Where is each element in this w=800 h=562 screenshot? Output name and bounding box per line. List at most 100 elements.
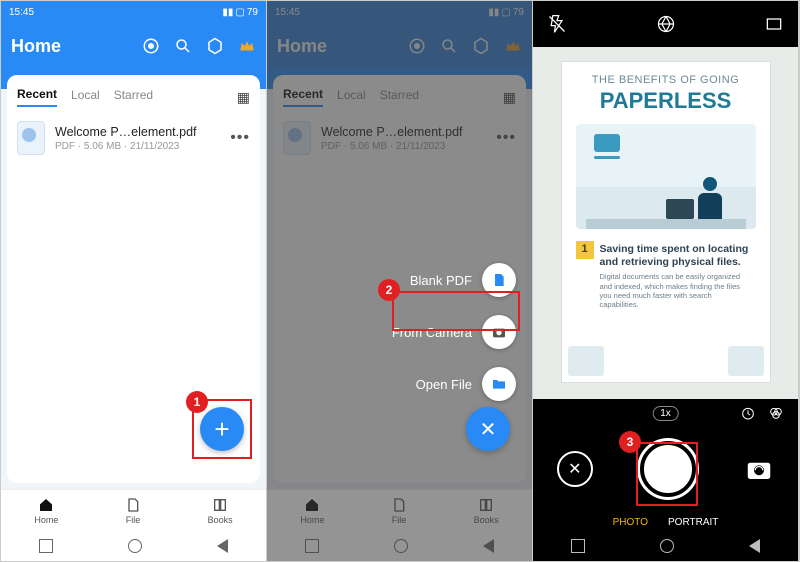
back-button[interactable] [217, 539, 228, 553]
back-button[interactable] [749, 539, 760, 553]
status-bar: 15:45 ▮▮ ▢ 79 [1, 1, 266, 23]
camera-close-button[interactable]: ✕ [557, 451, 593, 487]
settings-icon[interactable] [472, 37, 490, 55]
nav-file-label: File [126, 515, 141, 525]
home-button[interactable] [128, 539, 142, 553]
crown-icon[interactable] [504, 37, 522, 55]
app-header: Home [267, 23, 532, 69]
system-nav [1, 531, 266, 561]
nav-file-label: File [392, 515, 407, 525]
action-open-file[interactable]: Open File [416, 367, 516, 401]
recents-button[interactable] [305, 539, 319, 553]
poster-content: THE BENEFITS OF GOING PAPERLESS 1 Saving… [561, 61, 771, 383]
nav-home[interactable]: Home [34, 497, 58, 525]
page-title: Home [277, 36, 408, 57]
recents-button[interactable] [39, 539, 53, 553]
filter-icon[interactable] [768, 405, 784, 421]
nav-file[interactable]: File [125, 497, 141, 525]
file-sub: PDF · 5.06 MB · 21/11/2023 [321, 141, 486, 152]
file-icon [391, 497, 407, 513]
nav-books[interactable]: Books [474, 497, 499, 525]
status-time: 15:45 [275, 7, 300, 18]
action-from-camera[interactable]: From Camera [392, 315, 516, 349]
tab-local[interactable]: Local [337, 88, 366, 106]
poster-benefit-1: 1 Saving time spent on locating and retr… [576, 239, 756, 314]
eye-icon[interactable] [408, 37, 426, 55]
back-button[interactable] [483, 539, 494, 553]
tab-starred[interactable]: Starred [380, 88, 419, 106]
camera-viewfinder: THE BENEFITS OF GOING PAPERLESS 1 Saving… [533, 47, 798, 399]
switch-camera-icon[interactable] [744, 456, 774, 482]
eye-icon[interactable] [142, 37, 160, 55]
nav-home[interactable]: Home [300, 497, 324, 525]
file-more-icon[interactable]: ••• [496, 129, 516, 147]
grid-view-icon[interactable]: ▦ [237, 89, 250, 106]
shutter-button[interactable] [640, 441, 696, 497]
poster-footer [568, 346, 764, 376]
signal-icon: ▮▮ [488, 7, 499, 18]
panel-home: 15:45 ▮▮ ▢ 79 Home Recent Local Starred … [1, 1, 267, 561]
zoom-level[interactable]: 1x [652, 406, 679, 421]
file-name: Welcome P…element.pdf [55, 125, 220, 139]
grid-view-icon[interactable]: ▦ [503, 89, 516, 106]
nav-books-label: Books [474, 515, 499, 525]
settings-icon[interactable] [206, 37, 224, 55]
nav-books[interactable]: Books [208, 497, 233, 525]
nav-home-label: Home [34, 515, 58, 525]
poster-title: PAPERLESS [576, 88, 756, 114]
action-blank-pdf[interactable]: Blank PDF [410, 263, 516, 297]
tab-recent[interactable]: Recent [17, 87, 57, 107]
nav-books-label: Books [208, 515, 233, 525]
battery-icon: ▢ [235, 7, 244, 18]
panel-camera: THE BENEFITS OF GOING PAPERLESS 1 Saving… [533, 1, 799, 561]
status-bar: 15:45 ▮▮ ▢ 79 [267, 1, 532, 23]
home-button[interactable] [660, 539, 674, 553]
system-nav [533, 531, 798, 561]
file-thumbnail-icon [283, 121, 311, 155]
file-sub: PDF · 5.06 MB · 21/11/2023 [55, 141, 220, 152]
nav-file[interactable]: File [391, 497, 407, 525]
tab-recent[interactable]: Recent [283, 87, 323, 107]
action-camera-label: From Camera [392, 325, 472, 340]
file-name: Welcome P…element.pdf [321, 125, 486, 139]
aperture-icon[interactable] [656, 14, 676, 34]
badge-step-1: 1 [186, 391, 208, 413]
crown-icon[interactable] [238, 37, 256, 55]
system-nav [267, 531, 532, 561]
benefit-sub: Digital documents can be easily organize… [600, 272, 752, 310]
search-icon[interactable] [440, 37, 458, 55]
mode-photo[interactable]: PHOTO [613, 517, 648, 528]
tab-local[interactable]: Local [71, 88, 100, 106]
battery-icon: ▢ [501, 7, 510, 18]
badge-step-3: 3 [619, 431, 641, 453]
search-icon[interactable] [174, 37, 192, 55]
camera-meta-row: 1x [533, 399, 798, 427]
books-icon [212, 497, 228, 513]
flash-icon[interactable] [547, 14, 567, 34]
fab-close[interactable]: ✕ [466, 407, 510, 451]
file-item[interactable]: Welcome P…element.pdf PDF · 5.06 MB · 21… [17, 121, 250, 155]
camera-icon [482, 315, 516, 349]
poster-subtitle: THE BENEFITS OF GOING [576, 74, 756, 86]
benefit-heading: Saving time spent on locating and retrie… [600, 243, 752, 269]
camera-top-bar [533, 1, 798, 47]
nav-home-label: Home [300, 515, 324, 525]
fab-add[interactable]: + [200, 407, 244, 451]
aspect-icon[interactable] [764, 14, 784, 34]
mode-portrait[interactable]: PORTRAIT [668, 517, 718, 528]
file-thumbnail-icon [17, 121, 45, 155]
recents-button[interactable] [571, 539, 585, 553]
tabs: Recent Local Starred ▦ [283, 87, 516, 107]
battery-pct: 79 [513, 7, 524, 18]
file-item[interactable]: Welcome P…element.pdf PDF · 5.06 MB · 21… [283, 121, 516, 155]
signal-icon: ▮▮ [222, 7, 233, 18]
file-more-icon[interactable]: ••• [230, 129, 250, 147]
tab-starred[interactable]: Starred [114, 88, 153, 106]
home-button[interactable] [394, 539, 408, 553]
status-icons: ▮▮ ▢ 79 [222, 7, 258, 18]
bottom-nav: Home File Books [267, 489, 532, 531]
badge-step-2: 2 [378, 279, 400, 301]
battery-pct: 79 [247, 7, 258, 18]
timer-icon[interactable] [740, 405, 756, 421]
camera-modes: PHOTO PORTRAIT [533, 511, 798, 533]
